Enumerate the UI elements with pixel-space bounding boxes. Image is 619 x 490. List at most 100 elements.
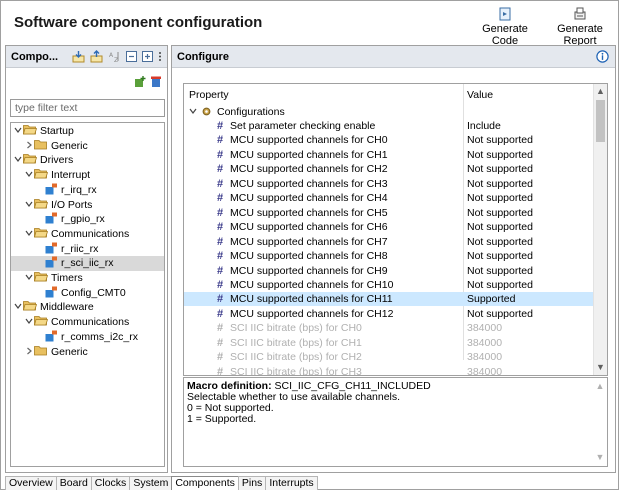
chevron-down-icon[interactable] [13,153,23,168]
tree-component[interactable]: r_irq_rx [11,183,164,198]
property-row[interactable]: # SCI IIC bitrate (bps) for CH0 384000 [184,321,594,335]
tree-component[interactable]: r_sci_iic_rx [11,256,164,272]
tree-folder[interactable]: Generic [11,345,164,360]
tree-node-label: Generic [51,139,88,152]
property-row[interactable]: # SCI IIC bitrate (bps) for CH2 384000 [184,350,594,364]
property-row[interactable]: # SCI IIC bitrate (bps) for CH1 384000 [184,336,594,350]
tree-folder[interactable]: Middleware [11,300,164,315]
property-value[interactable]: Not supported [467,264,533,278]
scroll-down-icon[interactable]: ▼ [593,452,607,463]
property-row[interactable]: # MCU supported channels for CH4 Not suppo… [184,191,594,205]
property-row[interactable]: # MCU supported channels for CH5 Not suppo… [184,206,594,220]
property-row[interactable]: # MCU supported channels for CH10 Not supp… [184,278,594,292]
tree-folder[interactable]: Generic [11,139,164,154]
property-row[interactable]: # MCU supported channels for CH1 Not suppo… [184,148,594,162]
value-column-header: Value [467,89,494,101]
property-row[interactable]: # SCI IIC bitrate (bps) for CH3 384000 [184,365,594,376]
chevron-right-icon[interactable] [24,345,34,360]
property-value[interactable]: 384000 [467,321,502,335]
property-value[interactable]: Supported [467,292,515,306]
configurations-group-row[interactable]: Configurations [184,105,594,119]
scroll-down-icon[interactable]: ▼ [594,360,607,374]
view-menu-icon[interactable] [157,50,163,63]
import-component-icon[interactable] [72,50,85,63]
property-row[interactable]: # Set parameter checking enable Include [184,119,594,133]
macro-hash-icon: # [217,336,224,349]
tree-folder[interactable]: I/O Ports [11,198,164,213]
property-value[interactable]: Not supported [467,148,533,162]
chevron-down-icon[interactable] [13,124,23,139]
scroll-up-icon[interactable]: ▲ [594,84,607,98]
property-row[interactable]: # MCU supported channels for CH0 Not suppo… [184,133,594,147]
tab-interrupts[interactable]: Interrupts [265,476,318,490]
property-row[interactable]: # MCU supported channels for CH2 Not suppo… [184,162,594,176]
chevron-down-icon[interactable] [24,168,34,183]
chevron-down-icon[interactable] [13,300,23,315]
property-value[interactable]: Not supported [467,191,533,205]
tree-component[interactable]: r_comms_i2c_rx [11,330,164,345]
generate-code-button[interactable]: Generate Code [472,7,538,47]
tree-folder[interactable]: Timers [11,271,164,286]
tree-folder[interactable]: Communications [11,315,164,330]
component-filter-input[interactable] [10,99,165,117]
property-value[interactable]: Not supported [467,220,533,234]
tree-node-label: r_sci_iic_rx [61,257,114,270]
property-value[interactable]: 384000 [467,336,502,350]
remove-component-icon[interactable] [150,76,162,88]
property-value[interactable]: Not supported [467,249,533,263]
chevron-down-icon[interactable] [24,227,34,242]
tree-folder[interactable]: Startup [11,124,164,139]
property-row[interactable]: # MCU supported channels for CH6 Not suppo… [184,220,594,234]
export-component-icon[interactable] [90,50,103,63]
property-value[interactable]: 384000 [467,365,502,375]
tab-system[interactable]: System [129,476,173,490]
tree-component[interactable]: Config_CMT0 [11,286,164,301]
add-component-icon[interactable] [134,76,146,88]
property-value[interactable]: Not supported [467,307,533,321]
property-row[interactable]: # MCU supported channels for CH8 Not suppo… [184,249,594,263]
tree-folder[interactable]: Drivers [11,153,164,168]
tree-folder[interactable]: Interrupt [11,168,164,183]
property-name: MCU supported channels for CH2 [230,163,388,176]
component-icon [45,183,58,195]
editor-tabs: Overview Board Clocks System Components Pins I… [5,476,318,490]
tree-component[interactable]: r_gpio_rx [11,212,164,227]
property-name: MCU supported channels for CH1 [230,148,388,161]
property-value[interactable]: 384000 [467,350,502,364]
property-value[interactable]: Include [467,119,501,133]
property-value[interactable]: Not supported [467,162,533,176]
property-row[interactable]: # MCU supported channels for CH11 Supporte… [184,292,594,307]
tab-board[interactable]: Board [55,476,92,490]
tab-components[interactable]: Components [171,476,239,490]
scrollbar-thumb[interactable] [596,100,605,142]
expand-all-icon[interactable] [141,50,154,63]
property-value[interactable]: Not supported [467,235,533,249]
property-value[interactable]: Not supported [467,177,533,191]
chevron-down-icon[interactable] [24,198,34,213]
chevron-down-icon[interactable] [24,271,34,286]
tab-pins[interactable]: Pins [237,476,267,490]
property-row[interactable]: # MCU supported channels for CH7 Not suppo… [184,235,594,249]
chevron-right-icon[interactable] [24,139,34,154]
property-row[interactable]: # MCU supported channels for CH12 Not supp… [184,307,594,321]
property-value[interactable]: Not supported [467,206,533,220]
generate-report-button[interactable]: Generate Report [542,7,618,47]
macro-hash-icon: # [217,307,224,320]
property-row[interactable]: # MCU supported channels for CH3 Not suppo… [184,177,594,191]
property-row[interactable]: # MCU supported channels for CH9 Not suppo… [184,264,594,278]
tab-overview[interactable]: Overview [5,476,57,490]
tree-component[interactable]: r_riic_rx [11,242,164,257]
property-table-scrollbar[interactable]: ▲ ▼ [593,84,607,375]
chevron-down-icon[interactable] [24,315,34,330]
info-icon[interactable] [596,50,609,63]
tree-folder[interactable]: Communications [11,227,164,242]
tree-node-label: I/O Ports [51,198,93,211]
tab-clocks[interactable]: Clocks [90,476,131,490]
macro-scrollbar[interactable]: ▲ ▼ [593,378,607,466]
collapse-all-icon[interactable] [125,50,138,63]
macro-hash-icon: # [217,365,224,376]
scroll-up-icon[interactable]: ▲ [593,381,607,392]
property-value[interactable]: Not supported [467,133,533,147]
sort-icon[interactable]: A Z [108,50,121,63]
property-value[interactable]: Not supported [467,278,533,292]
